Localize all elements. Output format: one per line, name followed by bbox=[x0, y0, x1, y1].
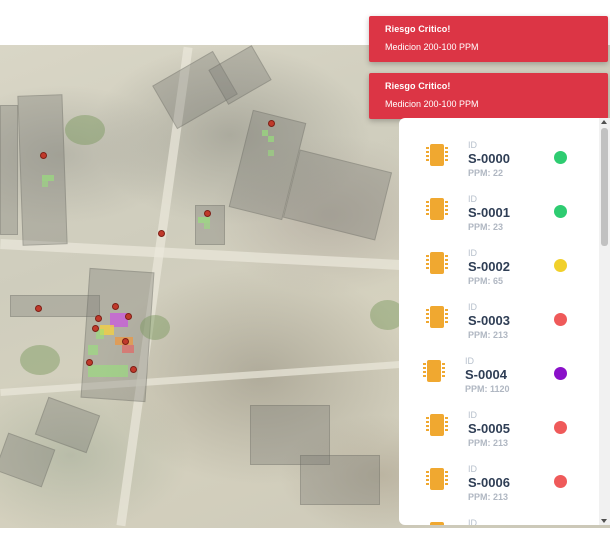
sensor-id: S-0002 bbox=[468, 259, 510, 274]
sensor-list-item[interactable]: ID S-0006 PPM: 213 bbox=[399, 442, 599, 502]
heatmap-cell bbox=[88, 345, 98, 355]
sensor-marker[interactable] bbox=[92, 325, 99, 332]
status-dot-icon bbox=[554, 151, 567, 164]
status-dot-icon bbox=[554, 205, 567, 218]
id-label: ID bbox=[468, 410, 477, 420]
alert-toast[interactable]: Riesgo Critico! Medicion 200-100 PPM bbox=[369, 73, 608, 119]
chip-icon bbox=[426, 198, 448, 220]
id-label: ID bbox=[468, 248, 477, 258]
sensor-marker[interactable] bbox=[35, 305, 42, 312]
sensor-marker[interactable] bbox=[125, 313, 132, 320]
status-dot-icon bbox=[554, 421, 567, 434]
status-dot-icon bbox=[554, 259, 567, 272]
sensor-marker[interactable] bbox=[204, 210, 211, 217]
sensor-list-item[interactable]: ID S-0000 PPM: 22 bbox=[399, 118, 599, 178]
heatmap-cell bbox=[268, 136, 274, 142]
sensor-list-item[interactable]: ID S-0005 PPM: 213 bbox=[399, 388, 599, 448]
map-building bbox=[0, 432, 56, 488]
sensor-id: S-0005 bbox=[468, 421, 510, 436]
id-label: ID bbox=[468, 194, 477, 204]
app-window: Riesgo Critico! Medicion 200-100 PPM Rie… bbox=[0, 0, 610, 541]
id-label: ID bbox=[468, 518, 477, 525]
sensor-marker[interactable] bbox=[86, 359, 93, 366]
chip-icon bbox=[426, 252, 448, 274]
heatmap-cell bbox=[268, 150, 274, 156]
heatmap-cell bbox=[88, 365, 128, 377]
toast-message: Medicion 200-100 PPM bbox=[385, 99, 479, 109]
heatmap-cell bbox=[122, 345, 134, 353]
toast-title: Riesgo Critico! bbox=[385, 24, 451, 34]
heatmap-cell bbox=[42, 181, 48, 187]
heatmap-cell bbox=[204, 223, 210, 229]
toast-title: Riesgo Critico! bbox=[385, 81, 451, 91]
map-vegetation bbox=[65, 115, 105, 145]
sensor-id: S-0001 bbox=[468, 205, 510, 220]
sensor-marker[interactable] bbox=[40, 152, 47, 159]
sensor-list-item[interactable]: ID S-0003 PPM: 213 bbox=[399, 280, 599, 340]
sensor-list-scrollbar[interactable] bbox=[599, 118, 610, 525]
sensor-marker[interactable] bbox=[158, 230, 165, 237]
map-building bbox=[300, 455, 380, 505]
chip-icon bbox=[426, 306, 448, 328]
chip-icon bbox=[426, 414, 448, 436]
chip-icon bbox=[430, 522, 444, 525]
id-label: ID bbox=[468, 464, 477, 474]
map-vegetation bbox=[140, 315, 170, 340]
chip-icon bbox=[423, 360, 445, 382]
sensor-marker[interactable] bbox=[112, 303, 119, 310]
sensor-id: S-0004 bbox=[465, 367, 507, 382]
map-building bbox=[17, 94, 68, 246]
sensor-marker[interactable] bbox=[130, 366, 137, 373]
status-dot-icon bbox=[554, 475, 567, 488]
id-label: ID bbox=[468, 140, 477, 150]
sensor-list-panel[interactable]: ID S-0000 PPM: 22 ID S-0001 PPM: 23 ID S… bbox=[399, 118, 610, 525]
sensor-id: S-0006 bbox=[468, 475, 510, 490]
sensor-marker[interactable] bbox=[122, 338, 129, 345]
map-road bbox=[0, 361, 400, 396]
id-label: ID bbox=[465, 356, 474, 366]
chip-icon bbox=[426, 144, 448, 166]
alert-toast[interactable]: Riesgo Critico! Medicion 200-100 PPM bbox=[369, 16, 608, 62]
scrollbar-thumb[interactable] bbox=[601, 128, 608, 246]
sensor-marker[interactable] bbox=[268, 120, 275, 127]
toast-message: Medicion 200-100 PPM bbox=[385, 42, 479, 52]
sensor-list-item[interactable]: ID S-0001 PPM: 23 bbox=[399, 172, 599, 232]
status-dot-icon bbox=[554, 367, 567, 380]
sensor-list-item[interactable]: ID S-0002 PPM: 65 bbox=[399, 226, 599, 286]
status-dot-icon bbox=[554, 313, 567, 326]
sensor-list-item[interactable]: ID bbox=[399, 496, 599, 525]
chip-icon bbox=[426, 468, 448, 490]
sensor-list-item[interactable]: ID S-0004 PPM: 1120 bbox=[399, 334, 599, 394]
sensor-marker[interactable] bbox=[95, 315, 102, 322]
map-building bbox=[34, 396, 101, 454]
sensor-id: S-0003 bbox=[468, 313, 510, 328]
id-label: ID bbox=[468, 302, 477, 312]
sensor-id: S-0000 bbox=[468, 151, 510, 166]
heatmap-cell bbox=[48, 175, 54, 181]
scroll-up-icon[interactable] bbox=[601, 120, 607, 124]
map-building bbox=[0, 105, 18, 235]
scroll-down-icon[interactable] bbox=[601, 519, 607, 523]
map-vegetation bbox=[20, 345, 60, 375]
map-building bbox=[282, 149, 393, 241]
